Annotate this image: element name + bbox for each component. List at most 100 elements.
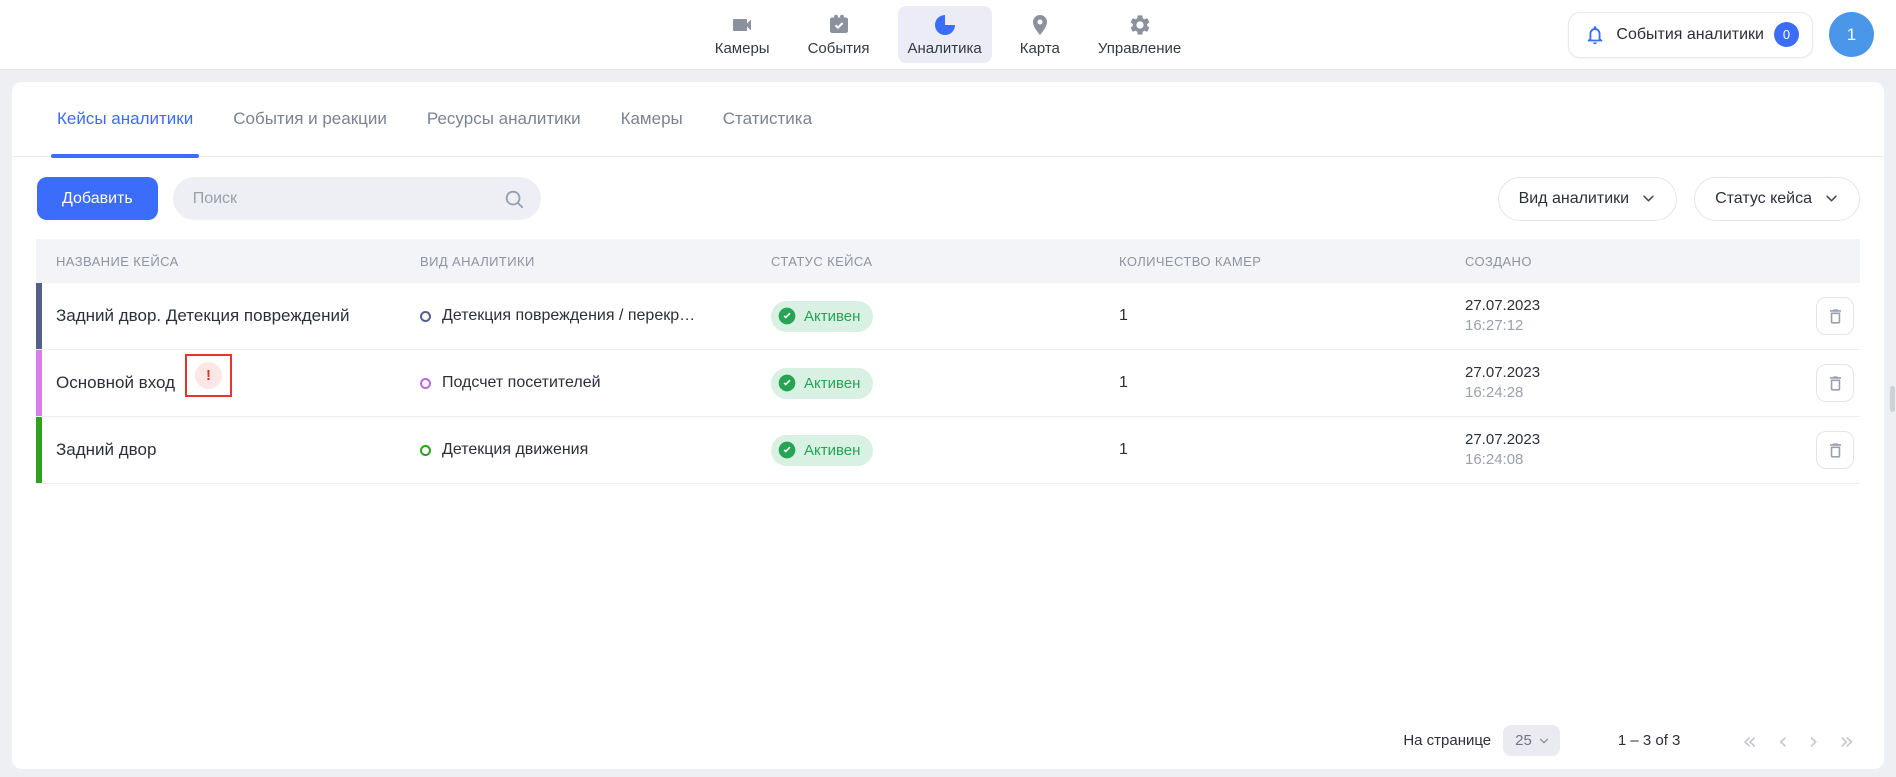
status-badge: Активен xyxy=(771,435,873,466)
filter-label: Вид аналитики xyxy=(1519,190,1630,208)
add-case-button[interactable]: Добавить xyxy=(37,177,158,220)
nav-item-map[interactable]: Карта xyxy=(1010,6,1070,63)
camera-count: 1 xyxy=(1119,441,1128,459)
tab-statistics[interactable]: Статистика xyxy=(723,82,812,156)
search-icon[interactable] xyxy=(503,188,525,210)
analytics-type-filter[interactable]: Вид аналитики xyxy=(1498,177,1678,221)
chevron-down-icon xyxy=(1538,735,1550,747)
table-row[interactable]: Основной вход ! Подсчет посетителей Акти… xyxy=(36,350,1860,417)
per-page-value: 25 xyxy=(1515,732,1532,749)
status-badge: Активен xyxy=(771,368,873,399)
row-accent-bar xyxy=(36,283,42,349)
created-time: 16:24:28 xyxy=(1465,383,1540,403)
row-accent-bar xyxy=(36,350,42,416)
column-header-case-status: СТАТУС КЕЙСА xyxy=(751,254,1099,269)
nav-item-events[interactable]: События xyxy=(798,6,880,63)
per-page-select[interactable]: 25 xyxy=(1503,725,1560,756)
tab-cameras[interactable]: Камеры xyxy=(621,82,683,156)
created-date: 27.07.2023 xyxy=(1465,363,1540,383)
table-row[interactable]: Задний двор. Детекция повреждений Детекц… xyxy=(36,283,1860,350)
tab-analytics-cases[interactable]: Кейсы аналитики xyxy=(57,82,193,156)
user-avatar[interactable]: 1 xyxy=(1829,12,1874,57)
cases-table: НАЗВАНИЕ КЕЙСА ВИД АНАЛИТИКИ СТАТУС КЕЙС… xyxy=(36,239,1860,484)
created-date: 27.07.2023 xyxy=(1465,296,1540,316)
analytics-type-ring-icon xyxy=(420,311,431,322)
nav-item-analytics[interactable]: Аналитика xyxy=(898,6,992,63)
analytics-type: Подсчет посетителей xyxy=(442,374,601,392)
error-exclamation-icon[interactable]: ! xyxy=(195,362,222,389)
table-header-row: НАЗВАНИЕ КЕЙСА ВИД АНАЛИТИКИ СТАТУС КЕЙС… xyxy=(36,239,1860,283)
search-input[interactable] xyxy=(193,190,503,208)
delete-case-button[interactable] xyxy=(1816,297,1854,335)
nav-item-management[interactable]: Управление xyxy=(1088,6,1191,63)
table-row[interactable]: Задний двор Детекция движения Активен 1 … xyxy=(36,417,1860,484)
analytics-type-ring-icon xyxy=(420,445,431,456)
column-header-camera-count: КОЛИЧЕСТВО КАМЕР xyxy=(1099,254,1445,269)
created-date: 27.07.2023 xyxy=(1465,430,1540,450)
nav-item-cameras[interactable]: Камеры xyxy=(705,6,780,63)
analytics-type-ring-icon xyxy=(420,378,431,389)
analytics-page-card: Кейсы аналитики События и реакции Ресурс… xyxy=(12,82,1884,769)
check-circle-icon xyxy=(777,440,797,460)
trash-icon xyxy=(1826,307,1845,326)
delete-case-button[interactable] xyxy=(1816,364,1854,402)
analytics-events-button[interactable]: События аналитики 0 xyxy=(1568,12,1813,58)
case-status-filter[interactable]: Статус кейса xyxy=(1694,177,1860,221)
toolbar: Добавить Вид аналитики Статус кейса xyxy=(37,177,1860,220)
case-name: Основной вход xyxy=(56,373,175,393)
map-pin-icon xyxy=(1028,13,1052,37)
per-page-label: На странице xyxy=(1403,732,1491,749)
pagination-range-label: 1 – 3 of 3 xyxy=(1618,732,1681,749)
case-name: Задний двор. Детекция повреждений xyxy=(56,306,349,326)
tab-events-and-reactions[interactable]: События и реакции xyxy=(233,82,387,156)
next-page-icon[interactable]: › xyxy=(1809,729,1819,753)
chevron-down-icon xyxy=(1641,191,1656,206)
gear-icon xyxy=(1128,13,1152,37)
analytics-type: Детекция движения xyxy=(442,441,588,459)
camera-count: 1 xyxy=(1119,307,1128,325)
nav-label: События xyxy=(808,40,870,57)
camera-count: 1 xyxy=(1119,374,1128,392)
trash-icon xyxy=(1826,441,1845,460)
analytics-type: Детекция повреждения / перекр… xyxy=(442,307,695,325)
nav-label: Аналитика xyxy=(908,40,982,57)
last-page-icon[interactable]: » xyxy=(1839,729,1854,753)
nav-label: Карта xyxy=(1020,40,1060,57)
case-name: Задний двор xyxy=(56,440,156,460)
events-button-label: События аналитики xyxy=(1616,26,1764,44)
nav-label: Управление xyxy=(1098,40,1181,57)
status-badge: Активен xyxy=(771,301,873,332)
first-page-icon[interactable]: « xyxy=(1742,729,1757,753)
pie-chart-icon xyxy=(933,13,957,37)
created-time: 16:27:12 xyxy=(1465,316,1540,336)
events-count-badge: 0 xyxy=(1774,22,1799,47)
filter-label: Статус кейса xyxy=(1715,190,1812,208)
top-bar: Камеры События Аналитика Карта Управлени… xyxy=(0,0,1896,70)
camera-icon xyxy=(730,13,754,37)
tab-analytics-resources[interactable]: Ресурсы аналитики xyxy=(427,82,581,156)
nav-label: Камеры xyxy=(715,40,770,57)
error-highlight-annotation: ! xyxy=(185,354,232,397)
check-circle-icon xyxy=(777,306,797,326)
chevron-down-icon xyxy=(1824,191,1839,206)
row-accent-bar xyxy=(36,417,42,483)
topbar-right: События аналитики 0 1 xyxy=(1191,12,1874,58)
main-navigation: Камеры События Аналитика Карта Управлени… xyxy=(705,6,1192,63)
previous-page-icon[interactable]: ‹ xyxy=(1778,729,1788,753)
table-footer: На странице 25 1 – 3 of 3 « ‹ › » xyxy=(1403,725,1854,756)
column-header-case-name: НАЗВАНИЕ КЕЙСА xyxy=(36,254,400,269)
bell-icon xyxy=(1584,24,1606,46)
scrollbar-thumb[interactable] xyxy=(1890,386,1895,412)
status-label: Активен xyxy=(804,308,860,325)
pagination-controls: « ‹ › » xyxy=(1742,729,1854,753)
column-header-analytics-type: ВИД АНАЛИТИКИ xyxy=(400,254,751,269)
calendar-check-icon xyxy=(827,13,851,37)
trash-icon xyxy=(1826,374,1845,393)
check-circle-icon xyxy=(777,373,797,393)
status-label: Активен xyxy=(804,375,860,392)
section-tabs: Кейсы аналитики События и реакции Ресурс… xyxy=(12,82,1884,157)
status-label: Активен xyxy=(804,442,860,459)
search-box xyxy=(173,177,541,220)
delete-case-button[interactable] xyxy=(1816,431,1854,469)
created-time: 16:24:08 xyxy=(1465,450,1540,470)
